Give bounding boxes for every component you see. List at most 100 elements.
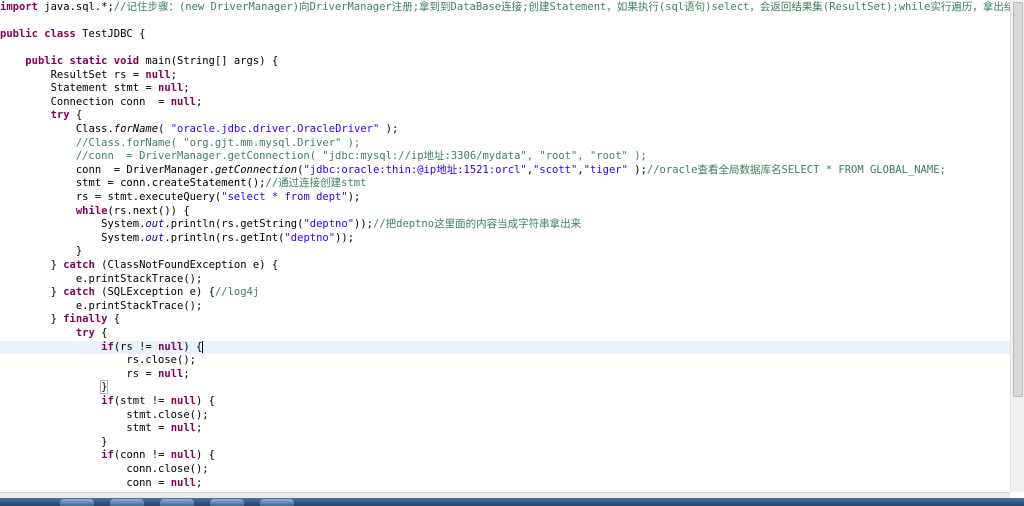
code-token: null	[158, 82, 184, 95]
code-token: if	[101, 340, 114, 353]
code-token: "tiger"	[583, 163, 628, 176]
code-token: stmt = conn.createStatement();	[0, 177, 266, 190]
code-token: ;	[183, 367, 190, 380]
code-token: out	[145, 231, 165, 244]
code-token: ;	[170, 68, 178, 81]
code-token: conn.close();	[0, 462, 209, 475]
taskbar-button[interactable]	[160, 499, 194, 506]
code-line[interactable]: if(stmt != null) {	[0, 395, 1010, 409]
code-token: );	[627, 163, 647, 176]
code-line[interactable]: if(conn != null) {	[0, 449, 1010, 463]
code-line[interactable]: stmt = conn.createStatement();//通过连接创建st…	[0, 177, 1010, 191]
code-token: Statement stmt =	[0, 82, 159, 95]
code-line[interactable]: Connection conn = null;	[0, 96, 1010, 110]
code-token: null	[170, 95, 196, 108]
code-token: try	[75, 326, 95, 339]
code-line[interactable]: System.out.println(rs.getInt("deptno"));	[0, 232, 1010, 246]
code-line[interactable]: public static void main(String[] args) {	[0, 55, 1010, 69]
code-line[interactable]: rs = null;	[0, 368, 1010, 382]
code-line[interactable]	[0, 14, 1010, 28]
code-line[interactable]: //Class.forName( "org.gjt.mm.mysql.Drive…	[0, 137, 1010, 151]
code-token: {	[94, 326, 108, 339]
code-token: }	[0, 245, 83, 258]
code-token: e.printStackTrace();	[0, 272, 203, 285]
code-line[interactable]: }	[0, 245, 1010, 259]
code-token: rs = stmt.executeQuery(	[0, 190, 222, 203]
code-token: java.sql.*;	[37, 0, 114, 13]
code-token: "deptno"	[303, 218, 355, 231]
code-line[interactable]: public class TestJDBC {	[0, 28, 1010, 42]
code-token: ) {	[183, 340, 203, 353]
text-cursor	[202, 340, 204, 353]
code-line[interactable]: try {	[0, 327, 1010, 341]
code-token: (ClassNotFoundException e) {	[94, 258, 279, 271]
code-token: (rs !=	[113, 340, 159, 353]
code-token: public static void	[25, 54, 140, 67]
code-line[interactable]: rs.close();	[0, 354, 1010, 368]
taskbar-button[interactable]	[110, 499, 144, 506]
vertical-scrollbar-thumb[interactable]	[1013, 2, 1023, 397]
code-line[interactable]: import java.sql.*;//记住步骤：(new DriverMana…	[0, 1, 1010, 15]
code-token: );	[347, 190, 361, 203]
code-line[interactable]: conn = DriverManager.getConnection("jdbc…	[0, 164, 1010, 178]
code-token: (	[158, 122, 171, 135]
code-token: null	[170, 422, 196, 435]
code-line[interactable]: } catch (ClassNotFoundException e) {	[0, 259, 1010, 273]
code-token: ;	[183, 82, 190, 95]
code-line[interactable]: Class.forName( "oracle.jdbc.driver.Oracl…	[0, 123, 1010, 137]
code-token: //oracle查看全局数据库名SELECT * FROM GLOBAL_NAM…	[646, 163, 946, 176]
code-token: .println(rs.getInt(	[164, 231, 285, 244]
code-line[interactable]: e.printStackTrace();	[0, 273, 1010, 287]
code-line[interactable]: Statement stmt = null;	[0, 82, 1010, 96]
taskbar-button[interactable]	[60, 499, 94, 506]
code-line[interactable]	[0, 41, 1010, 55]
code-token: public class	[0, 27, 76, 40]
code-line[interactable]: try {	[0, 109, 1010, 123]
taskbar-button[interactable]	[210, 499, 244, 506]
code-token: forName	[113, 122, 159, 135]
code-token: //Class.forName( "org.gjt.mm.mysql.Drive…	[75, 136, 361, 149]
code-token: );	[379, 122, 399, 135]
code-token: try	[50, 109, 70, 122]
code-token: ) {	[196, 394, 215, 407]
code-token: import	[0, 0, 38, 13]
code-token: if	[101, 394, 114, 407]
code-line[interactable]: }	[0, 380, 1010, 395]
code-token: Class.	[0, 122, 114, 135]
code-token: Connection conn =	[0, 95, 171, 108]
current-code-line[interactable]: if(rs != null) {	[0, 340, 1010, 355]
code-line[interactable]: System.out.println(rs.getString("deptno"…	[0, 218, 1010, 232]
code-line[interactable]: //conn = DriverManager.getConnection( "j…	[0, 150, 1010, 164]
code-token: catch	[63, 258, 95, 271]
code-line[interactable]: e.printStackTrace();	[0, 300, 1010, 314]
code-line[interactable]: while(rs.next()) {	[0, 205, 1010, 219]
code-line[interactable]: conn = null;	[0, 477, 1010, 491]
code-line[interactable]: conn.close();	[0, 463, 1010, 477]
code-token: System.	[0, 218, 146, 231]
code-token: System.	[0, 231, 146, 244]
vertical-scrollbar[interactable]	[1010, 0, 1024, 492]
code-token: (stmt !=	[113, 394, 171, 407]
code-line[interactable]: } finally {	[0, 313, 1010, 327]
code-line[interactable]: } catch (SQLException e) {//log4j	[0, 286, 1010, 300]
code-token: ResultSet rs =	[0, 68, 146, 81]
code-editor[interactable]: import java.sql.*;//记住步骤：(new DriverMana…	[0, 0, 1010, 492]
code-token: if	[101, 449, 114, 462]
code-line[interactable]: ResultSet rs = null;	[0, 69, 1010, 83]
code-token: }	[0, 286, 64, 299]
code-token: (conn !=	[113, 449, 171, 462]
code-line[interactable]: stmt = null;	[0, 422, 1010, 436]
taskbar-button[interactable]	[260, 499, 294, 506]
code-token: conn = DriverManager.	[0, 163, 215, 176]
code-token: "oracle.jdbc.driver.OracleDriver"	[170, 122, 380, 135]
code-token: out	[145, 218, 165, 231]
code-token: //把deptno这里面的内容当成字符串拿出来	[373, 218, 582, 231]
code-line[interactable]: stmt.close();	[0, 409, 1010, 423]
code-line[interactable]: }	[0, 436, 1010, 450]
code-token: //conn = DriverManager.getConnection( "j…	[75, 150, 647, 163]
code-line[interactable]: rs = stmt.executeQuery("select * from de…	[0, 191, 1010, 205]
code-token: "scott"	[533, 163, 578, 176]
code-token: rs =	[0, 367, 159, 380]
